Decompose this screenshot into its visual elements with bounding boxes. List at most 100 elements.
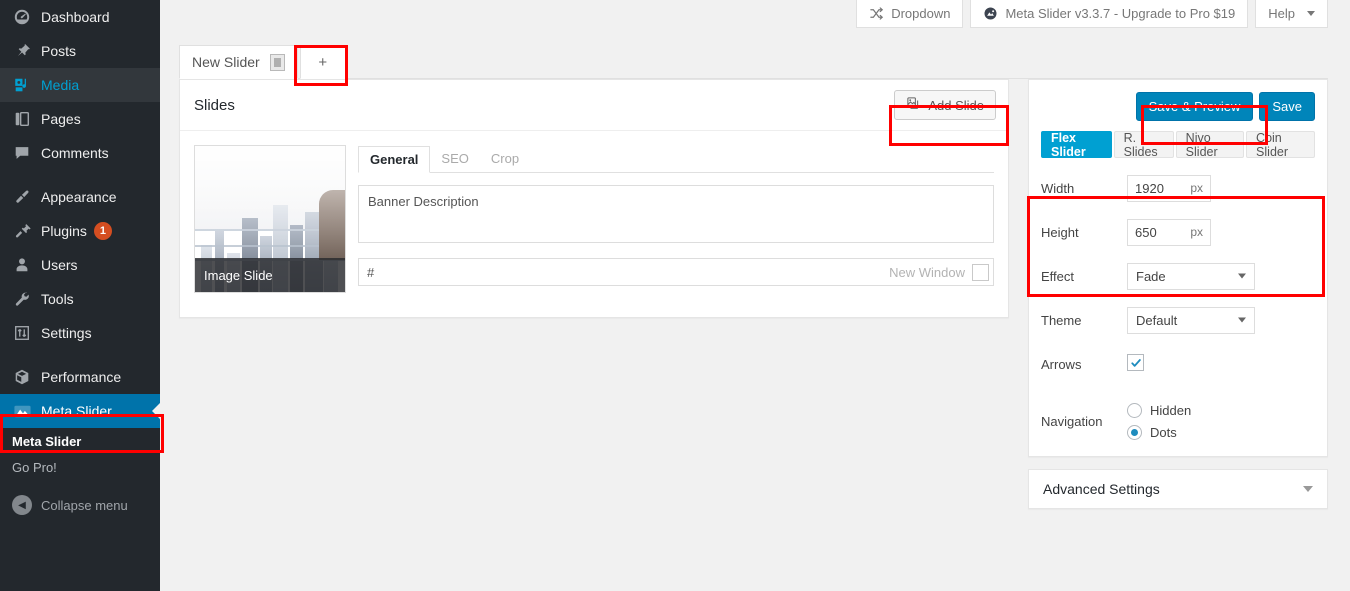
help-button[interactable]: Help: [1255, 0, 1328, 28]
admin-sidebar: Dashboard Posts Media Pages Comments App…: [0, 0, 161, 591]
sidebar-divider: [0, 170, 160, 180]
add-slider-tab-button[interactable]: +: [299, 45, 346, 79]
submenu-item-go-pro[interactable]: Go Pro!: [0, 454, 160, 480]
shuffle-icon: [869, 6, 884, 21]
dropdown-label: Dropdown: [891, 6, 951, 21]
height-input[interactable]: [1135, 224, 1179, 240]
slide-form: General SEO Crop Banner Description # Ne…: [358, 145, 994, 293]
sliders-icon: [12, 323, 32, 343]
plugins-update-badge: 1: [93, 222, 112, 240]
tab-general-label: General: [370, 152, 419, 167]
tab-nivo-slider[interactable]: Nivo Slider: [1175, 130, 1245, 159]
wordpress-admin-screen: Dashboard Posts Media Pages Comments App…: [0, 0, 1350, 591]
submenu-item-meta-slider[interactable]: Meta Slider: [0, 428, 160, 454]
slides-panel-header: Slides Add Slide: [180, 80, 1008, 131]
sidebar-item-performance[interactable]: Performance: [0, 360, 160, 394]
tabstrip-divider: [179, 78, 1328, 79]
tab-flex-slider[interactable]: Flex Slider: [1041, 131, 1112, 159]
settings-column: Save & Preview Save Flex Slider R. Slide…: [1028, 79, 1328, 509]
slide-thumbnail[interactable]: Image Slide: [194, 145, 346, 293]
slide-description-textarea[interactable]: [358, 185, 994, 243]
sidebar-item-settings[interactable]: Settings: [0, 316, 160, 350]
save-button[interactable]: Save: [1259, 92, 1315, 121]
media-icon: [12, 75, 32, 95]
sidebar-item-meta-slider[interactable]: Meta Slider: [0, 394, 161, 428]
radio-dots[interactable]: [1127, 424, 1142, 440]
tab-r-slides[interactable]: R. Slides: [1113, 130, 1174, 159]
width-input-wrap[interactable]: px: [1127, 174, 1211, 202]
width-input[interactable]: [1135, 180, 1179, 196]
submenu-label: Meta Slider: [12, 433, 82, 449]
sidebar-item-label: Users: [41, 257, 78, 273]
slides-title: Slides: [194, 96, 235, 114]
sidebar-item-comments[interactable]: Comments: [0, 136, 160, 170]
chevron-down-icon: [1238, 317, 1246, 323]
tab-r-slides-label: R. Slides: [1123, 130, 1158, 159]
effect-value: Fade: [1136, 268, 1166, 284]
save-preview-button[interactable]: Save & Preview: [1135, 92, 1254, 121]
tab-coin-slider[interactable]: Coin Slider: [1246, 130, 1315, 159]
tab-general[interactable]: General: [358, 146, 431, 173]
sidebar-item-plugins[interactable]: Plugins 1: [0, 214, 160, 248]
setting-row-theme: Theme Default: [1029, 298, 1327, 342]
advanced-settings-label: Advanced Settings: [1043, 481, 1160, 497]
cube-icon: [12, 367, 32, 387]
slides-panel: Slides Add Slide Image Slide General SEO…: [179, 79, 1009, 318]
wrench-icon: [12, 289, 32, 309]
slider-tab-label: New Slider: [192, 54, 260, 70]
radio-hidden[interactable]: [1127, 402, 1142, 418]
dropdown-button[interactable]: Dropdown: [856, 0, 964, 28]
collapse-menu-button[interactable]: ◀ Collapse menu: [0, 488, 160, 522]
new-window-label: New Window: [889, 264, 965, 280]
tab-coin-slider-label: Coin Slider: [1256, 130, 1289, 159]
sidebar-item-label: Tools: [41, 291, 74, 307]
effect-select[interactable]: Fade: [1127, 262, 1255, 290]
chevron-down-icon: [1307, 11, 1315, 16]
pages-icon: [12, 109, 32, 129]
height-input-wrap[interactable]: px: [1127, 218, 1211, 246]
sidebar-item-tools[interactable]: Tools: [0, 282, 160, 316]
help-label: Help: [1268, 6, 1295, 21]
chevron-down-icon[interactable]: [1303, 486, 1313, 492]
slider-settings-panel: Save & Preview Save Flex Slider R. Slide…: [1028, 79, 1328, 457]
tab-crop-label: Crop: [490, 151, 520, 166]
sidebar-item-users[interactable]: Users: [0, 248, 160, 282]
theme-select[interactable]: Default: [1127, 306, 1255, 334]
meta-slider-logo-icon: [983, 6, 998, 21]
new-window-checkbox[interactable]: [972, 263, 989, 281]
arrows-checkbox[interactable]: [1127, 354, 1144, 372]
add-slide-label: Add Slide: [928, 97, 984, 113]
tab-seo[interactable]: SEO: [430, 145, 479, 172]
sidebar-item-dashboard[interactable]: Dashboard: [0, 0, 160, 34]
add-slide-button[interactable]: Add Slide: [894, 90, 996, 120]
user-icon: [12, 255, 32, 275]
sidebar-item-pages[interactable]: Pages: [0, 102, 160, 136]
tab-crop[interactable]: Crop: [480, 145, 530, 172]
sidebar-item-appearance[interactable]: Appearance: [0, 180, 160, 214]
collapse-arrow-icon: ◀: [12, 495, 32, 515]
chevron-down-icon: [1238, 273, 1246, 279]
version-upgrade-button[interactable]: Meta Slider v3.3.7 - Upgrade to Pro $19: [970, 0, 1249, 28]
save-slider-icon[interactable]: [269, 53, 285, 71]
sidebar-item-label: Posts: [41, 43, 77, 59]
dashboard-icon: [12, 7, 32, 27]
save-buttons-row: Save & Preview Save: [1029, 80, 1327, 131]
tab-nivo-slider-label: Nivo Slider: [1185, 130, 1218, 159]
sidebar-item-media[interactable]: Media: [0, 68, 160, 102]
advanced-settings-panel[interactable]: Advanced Settings: [1028, 469, 1328, 509]
comments-icon: [12, 143, 32, 163]
tab-seo-label: SEO: [441, 151, 469, 166]
version-label: Meta Slider v3.3.7 - Upgrade to Pro $19: [1005, 6, 1236, 21]
slides-column: Slides Add Slide Image Slide General SEO…: [179, 79, 1009, 509]
slide-caption: Image Slide: [195, 258, 345, 292]
navigation-option-hidden[interactable]: Hidden: [1127, 399, 1315, 421]
width-label: Width: [1041, 180, 1075, 196]
sidebar-item-posts[interactable]: Posts: [0, 34, 160, 68]
slide-form-tabs: General SEO Crop: [358, 145, 994, 173]
slider-tab-new-slider[interactable]: New Slider: [179, 45, 298, 79]
plug-icon: [12, 221, 32, 241]
navigation-option-dots[interactable]: Dots: [1127, 421, 1315, 443]
sidebar-item-label: Meta Slider: [41, 403, 112, 419]
height-unit: px: [1190, 225, 1203, 239]
slide-url-input[interactable]: [367, 264, 890, 280]
